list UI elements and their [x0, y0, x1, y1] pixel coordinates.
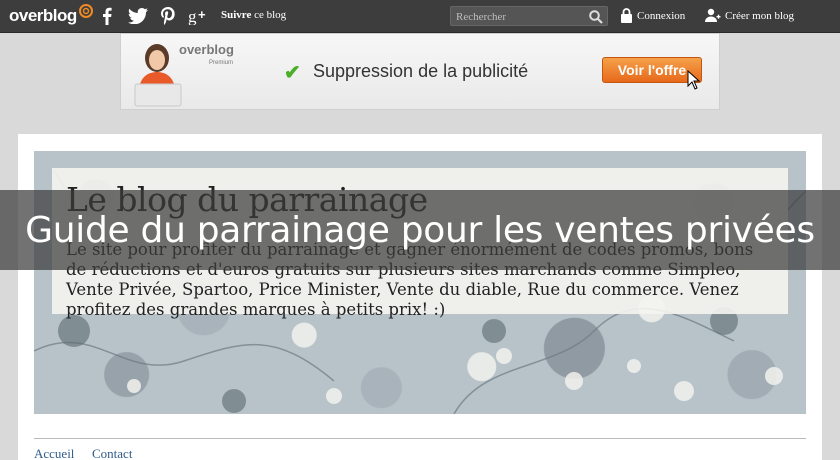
ad-brand: overblog — [179, 42, 234, 57]
user-add-icon — [705, 8, 721, 22]
login-link[interactable]: Connexion — [620, 8, 685, 23]
search-icon[interactable] — [588, 9, 604, 24]
search-input[interactable] — [456, 9, 586, 24]
checkmark-icon: ✔ — [284, 62, 301, 84]
ad-brand-sub: Premium — [209, 60, 234, 66]
follow-blog-link[interactable]: Suivre ce blog — [221, 9, 286, 21]
page-caption-title: Guide du parrainage pour les ventes priv… — [25, 209, 815, 251]
premium-ad-banner[interactable]: overblog Premium ✔ Suppression de la pub… — [120, 33, 720, 110]
nav-contact[interactable]: Contact — [92, 446, 132, 460]
blog-card: Le blog du parrainage Le site pour profi… — [18, 134, 822, 460]
page-caption-overlay: Guide du parrainage pour les ventes priv… — [0, 190, 840, 270]
logo-text: overblog — [9, 6, 77, 25]
google-plus-icon[interactable]: g + — [187, 6, 211, 26]
logo-swirl-icon — [78, 4, 93, 18]
nav-divider — [34, 438, 806, 439]
pinterest-icon[interactable] — [160, 6, 176, 26]
login-label: Connexion — [637, 9, 686, 22]
ad-text: Suppression de la publicité — [313, 61, 529, 81]
nav-home[interactable]: Accueil — [34, 446, 74, 460]
top-bar: overblog g+ Suivre ce blog Connexion Cré… — [0, 0, 840, 33]
svg-text:g: g — [188, 7, 197, 25]
facebook-icon[interactable] — [100, 6, 114, 26]
svg-text:+: + — [198, 7, 206, 22]
cursor-icon — [687, 70, 701, 90]
follow-rest: ce blog — [251, 9, 287, 21]
follow-label: Suivre — [221, 9, 252, 21]
search-box — [450, 6, 608, 26]
twitter-icon[interactable] — [127, 6, 149, 26]
create-blog-label: Créer mon blog — [725, 9, 795, 22]
overblog-logo[interactable]: overblog — [9, 4, 94, 28]
create-blog-link[interactable]: Créer mon blog — [705, 8, 794, 23]
lock-icon — [621, 8, 632, 23]
